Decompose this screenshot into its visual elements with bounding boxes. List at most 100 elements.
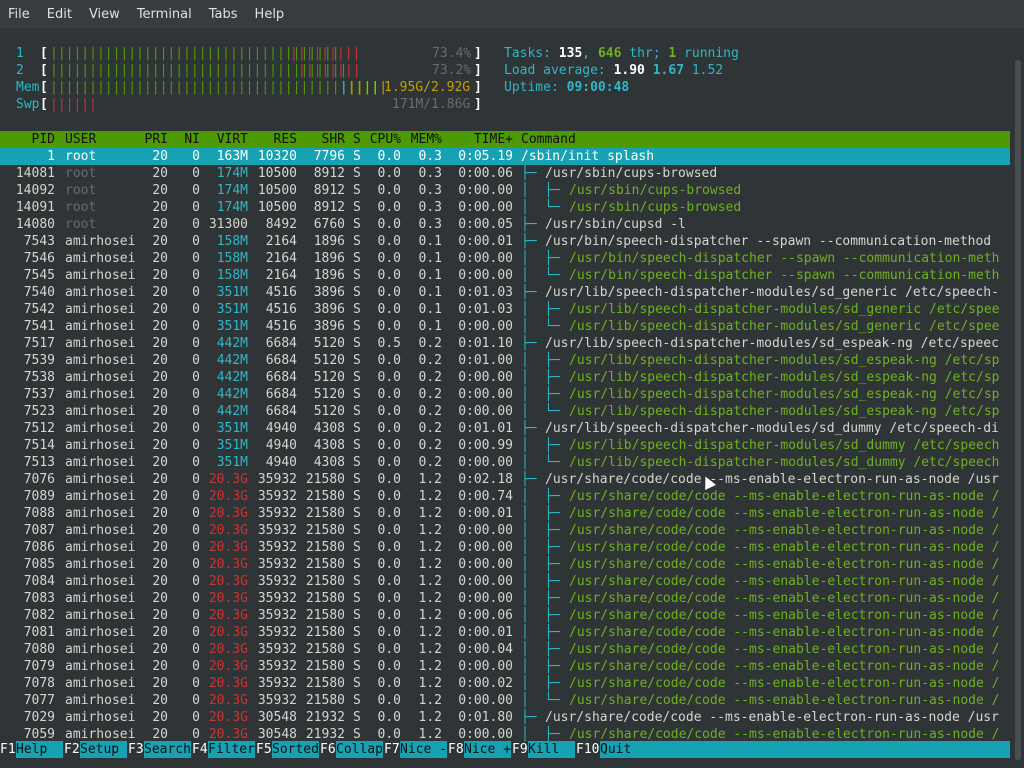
fkey-f4[interactable]: F4	[192, 741, 208, 758]
process-row[interactable]: 7088 amirhosei 20 0 20.3G 35932 21580 S 0.0 1.2 0:…	[0, 505, 1010, 522]
load-average-line: Load average: 1.90 1.67 1.52	[504, 62, 723, 79]
process-row[interactable]: 7084 amirhosei 20 0 20.3G 35932 21580 S 0.0 1.2 0:…	[0, 573, 1010, 590]
process-row[interactable]: 7543 amirhosei 20 0 158M 2164 1896 S 0.0 0.1 0:00.…	[0, 233, 1010, 250]
process-row[interactable]: 7537 amirhosei 20 0 442M 6684 5120 S 0.0 0.2 0:00.…	[0, 386, 1010, 403]
process-row[interactable]: 14092 root 20 0 174M 10500 8912 S 0.0 0.3 0:00.00 │…	[0, 182, 1010, 199]
virt-cell: 351M	[216, 285, 248, 300]
process-row[interactable]: 7514 amirhosei 20 0 351M 4940 4308 S 0.0 0.2 0:00.…	[0, 437, 1010, 454]
process-row[interactable]: 7541 amirhosei 20 0 351M 4516 3896 S 0.0 0.1 0:00.…	[0, 318, 1010, 335]
process-row[interactable]: 7539 amirhosei 20 0 442M 6684 5120 S 0.0 0.2 0:01.…	[0, 352, 1010, 369]
pri-cell: 20	[152, 523, 168, 538]
pid-cell: 7538	[23, 370, 55, 385]
fkey-label-f10[interactable]: Quit	[600, 741, 1010, 758]
process-row[interactable]: 7089 amirhosei 20 0 20.3G 35932 21580 S 0.0 1.2 0:…	[0, 488, 1010, 505]
column-header-ni: NI	[184, 132, 200, 147]
fkey-label-f2[interactable]: Setup	[80, 741, 127, 758]
time-cell: 0:00.06	[458, 608, 513, 623]
process-row[interactable]: 7081 amirhosei 20 0 20.3G 35932 21580 S 0.0 1.2 0:…	[0, 624, 1010, 641]
cpu1-label: 1	[16, 46, 24, 61]
menu-file[interactable]: File	[0, 7, 39, 22]
command-cell: /usr/sbin/cups-browsed	[569, 200, 742, 215]
mem-buffers-bar: |	[340, 80, 348, 95]
menu-tabs[interactable]: Tabs	[201, 7, 247, 22]
pid-cell: 7088	[23, 506, 55, 521]
user-cell: root	[65, 166, 97, 181]
process-row[interactable]: 7077 amirhosei 20 0 20.3G 35932 21580 S 0.0 1.2 0:…	[0, 692, 1010, 709]
process-row[interactable]: 14091 root 20 0 174M 10500 8912 S 0.0 0.3 0:00.00 │…	[0, 199, 1010, 216]
process-row[interactable]: 7523 amirhosei 20 0 442M 6684 5120 S 0.0 0.2 0:00.…	[0, 403, 1010, 420]
process-table-header[interactable]: PID USER PRI NI VIRT RES SHR S CPU% MEM% TIME+ Comm…	[0, 131, 1010, 148]
fkey-f5[interactable]: F5	[256, 741, 272, 758]
fkey-f2[interactable]: F2	[64, 741, 80, 758]
process-row[interactable]: 7540 amirhosei 20 0 351M 4516 3896 S 0.0 0.1 0:01.…	[0, 284, 1010, 301]
process-row[interactable]: 7082 amirhosei 20 0 20.3G 35932 21580 S 0.0 1.2 0:…	[0, 607, 1010, 624]
function-key-bar: F1 Help F2 Setup F3 Search F4 Filter F5 Sorted F…	[0, 741, 1010, 758]
swap-label: Swp	[16, 97, 40, 112]
state-cell: S	[353, 625, 361, 640]
command-cell: /usr/bin/speech-dispatcher --spawn --com…	[545, 234, 992, 249]
process-row[interactable]: 7080 amirhosei 20 0 20.3G 35932 21580 S 0.0 1.2 0:…	[0, 641, 1010, 658]
process-row[interactable]: 7029 amirhosei 20 0 20.3G 30548 21932 S 0.0 1.2 0:…	[0, 709, 1010, 726]
ni-cell: 0	[192, 353, 200, 368]
pid-cell: 7514	[23, 438, 55, 453]
fkey-f3[interactable]: F3	[128, 741, 144, 758]
res-cell: 6684	[265, 353, 297, 368]
command-cell: /usr/lib/speech-dispatcher-modules/sd_du…	[545, 421, 999, 436]
swap-value: 171M/1.86G	[392, 97, 471, 112]
shr-cell: 3896	[313, 319, 345, 334]
process-row[interactable]: 1 root 20 0 163M 10320 7796 S 0.0 0.3 0:05.19/sbin…	[0, 148, 1010, 165]
process-row[interactable]: 7512 amirhosei 20 0 351M 4940 4308 S 0.0 0.2 0:01.…	[0, 420, 1010, 437]
process-row[interactable]: 7087 amirhosei 20 0 20.3G 35932 21580 S 0.0 1.2 0:…	[0, 522, 1010, 539]
fkey-label-f4[interactable]: Filter	[208, 741, 255, 758]
fkey-label-f3[interactable]: Search	[144, 741, 191, 758]
user-cell: amirhosei	[65, 404, 136, 419]
process-row[interactable]: 7546 amirhosei 20 0 158M 2164 1896 S 0.0 0.1 0:00.…	[0, 250, 1010, 267]
process-row[interactable]: 7083 amirhosei 20 0 20.3G 35932 21580 S 0.0 1.2 0:…	[0, 590, 1010, 607]
process-row[interactable]: 7085 amirhosei 20 0 20.3G 35932 21580 S 0.0 1.2 0:…	[0, 556, 1010, 573]
menu-help[interactable]: Help	[247, 7, 294, 22]
menu-view[interactable]: View	[81, 7, 129, 22]
fkey-label-f6[interactable]: Collap	[336, 741, 383, 758]
process-row[interactable]: 14081 root 20 0 174M 10500 8912 S 0.0 0.3 0:00.06 ├…	[0, 165, 1010, 182]
fkey-f10[interactable]: F10	[576, 741, 599, 758]
fkey-f6[interactable]: F6	[320, 741, 336, 758]
process-row[interactable]: 7517 amirhosei 20 0 442M 6684 5120 S 0.5 0.2 0:01.…	[0, 335, 1010, 352]
fkey-f7[interactable]: F7	[384, 741, 400, 758]
fkey-f1[interactable]: F1	[0, 741, 16, 758]
process-row[interactable]: 7079 amirhosei 20 0 20.3G 35932 21580 S 0.0 1.2 0:…	[0, 658, 1010, 675]
time-cell: 0:01.01	[458, 421, 513, 436]
terminal-scrollbar[interactable]	[1012, 28, 1024, 768]
process-row[interactable]: 7076 amirhosei 20 0 20.3G 35932 21580 S 0.0 1.2 0:…	[0, 471, 1010, 488]
process-row[interactable]: 7513 amirhosei 20 0 351M 4940 4308 S 0.0 0.2 0:00.…	[0, 454, 1010, 471]
res-cell: 2164	[265, 251, 297, 266]
res-cell: 35932	[257, 591, 297, 606]
command-cell: /usr/lib/speech-dispatcher-modules/sd_es…	[569, 353, 1000, 368]
fkey-label-f5[interactable]: Sorted	[272, 741, 319, 758]
time-cell: 0:05.19	[458, 149, 513, 164]
tree-branch: │ ├─	[521, 557, 568, 572]
fkey-label-f9[interactable]: Kill	[528, 741, 575, 758]
state-cell: S	[353, 217, 361, 232]
cpu2-percent: 73.2%	[432, 63, 472, 78]
process-row[interactable]: 7542 amirhosei 20 0 351M 4516 3896 S 0.0 0.1 0:01.…	[0, 301, 1010, 318]
process-row[interactable]: 7538 amirhosei 20 0 442M 6684 5120 S 0.0 0.2 0:00.…	[0, 369, 1010, 386]
state-cell: S	[353, 166, 361, 181]
fkey-f9[interactable]: F9	[512, 741, 528, 758]
fkey-label-f8[interactable]: Nice +	[464, 741, 511, 758]
fkey-label-f7[interactable]: Nice -	[400, 741, 447, 758]
shr-cell: 21580	[305, 591, 345, 606]
menu-edit[interactable]: Edit	[39, 7, 81, 22]
mem-cell: 0.3	[418, 200, 442, 215]
process-row[interactable]: 7086 amirhosei 20 0 20.3G 35932 21580 S 0.0 1.2 0:…	[0, 539, 1010, 556]
htop-terminal[interactable]: 1 [ ||||||||||||||||||||||||||||||||||||…	[0, 28, 1012, 768]
user-cell: amirhosei	[65, 659, 136, 674]
process-row[interactable]: 7078 amirhosei 20 0 20.3G 35932 21580 S 0.0 1.2 0:…	[0, 675, 1010, 692]
state-cell: S	[353, 591, 361, 606]
fkey-f8[interactable]: F8	[448, 741, 464, 758]
process-row[interactable]: 7545 amirhosei 20 0 158M 2164 1896 S 0.0 0.1 0:00.…	[0, 267, 1010, 284]
process-row[interactable]: 14080 root 20 0 31300 8492 6760 S 0.0 0.3 0:00.05 ├…	[0, 216, 1010, 233]
fkey-label-f1[interactable]: Help	[16, 741, 63, 758]
user-cell: amirhosei	[65, 710, 136, 725]
scrollbar-thumb[interactable]	[1015, 60, 1021, 760]
menu-terminal[interactable]: Terminal	[129, 7, 201, 22]
